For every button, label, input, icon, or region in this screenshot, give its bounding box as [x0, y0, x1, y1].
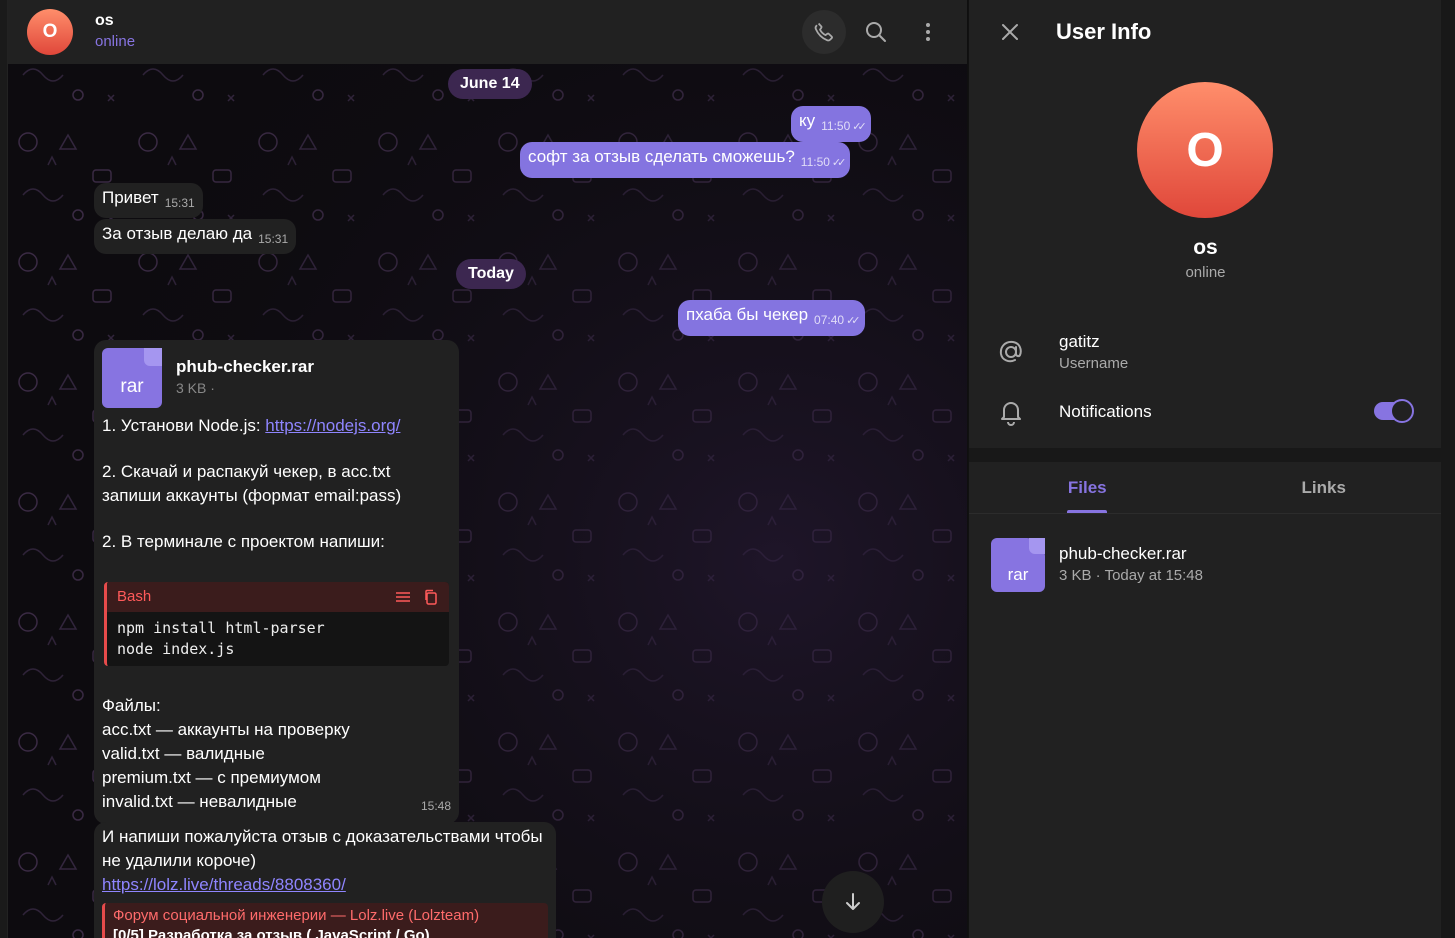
read-checks-icon: ✓✓	[831, 157, 847, 169]
panel-scrollbar[interactable]	[1441, 0, 1455, 938]
message-time: 11:50	[800, 155, 830, 169]
message-text: ку	[799, 111, 816, 130]
left-edge	[0, 0, 7, 938]
message-text: И напиши пожалуйста отзыв с доказательст…	[102, 827, 543, 870]
tab-files[interactable]: Files	[969, 462, 1206, 513]
message-outgoing[interactable]: пхаба бы чекер 07:40 ✓✓	[678, 300, 865, 336]
message-outgoing[interactable]: софт за отзыв сделать сможешь? 11:50 ✓✓	[520, 142, 851, 178]
files-line: invalid.txt — невалидные	[102, 792, 297, 811]
username-value: gatitz	[1059, 332, 1100, 351]
link-preview[interactable]: Форум социальной инженерии — Lolz.live (…	[102, 903, 548, 938]
peer-info[interactable]: os online	[95, 11, 135, 53]
user-info-panel: User Info O os online gatitz Username No…	[968, 0, 1442, 938]
peer-status: online	[95, 33, 136, 50]
message-time: 15:31	[258, 232, 289, 246]
message-incoming[interactable]: За отзыв делаю да 15:31	[94, 219, 297, 254]
bell-icon	[1001, 402, 1021, 426]
arrow-down-icon	[846, 893, 860, 910]
peer-name: os	[95, 12, 114, 29]
more-button[interactable]	[906, 10, 950, 54]
shared-file-meta: 3 KB · Today at 15:48	[1059, 567, 1203, 584]
message-incoming[interactable]: И напиши пожалуйста отзыв с доказательст…	[94, 822, 556, 938]
date-divider: June 14	[448, 69, 532, 99]
shared-file-name: phub-checker.rar	[1059, 544, 1187, 563]
code-language: Bash	[117, 588, 152, 605]
files-line: acc.txt — аккаунты на проверку	[102, 720, 350, 739]
code-block: Bash npm install html-parser node index.…	[104, 582, 449, 666]
preview-title: [0/5] Разработка за отзыв ( JavaScript /…	[113, 927, 430, 938]
copy-icon[interactable]	[423, 589, 439, 605]
message-text: Привет	[102, 188, 159, 207]
chat-view: O os online June 14 ку 11:50 ✓✓ софт за …	[7, 0, 967, 938]
message-file[interactable]: rar phub-checker.rar 3 KB · 1. Установи …	[94, 340, 459, 824]
shared-file-item[interactable]: rar phub-checker.rar 3 KB · Today at 15:…	[991, 538, 1203, 592]
files-line: premium.txt — с премиумом	[102, 768, 321, 787]
read-checks-icon: ✓✓	[852, 121, 867, 133]
read-checks-icon: ✓✓	[846, 315, 861, 327]
file-archive-icon[interactable]: rar	[991, 538, 1045, 592]
message-text: пхаба бы чекер	[686, 305, 809, 324]
username-row[interactable]: gatitz Username	[969, 330, 1442, 374]
wrap-lines-icon[interactable]	[395, 589, 411, 605]
file-archive-icon[interactable]: rar	[102, 348, 162, 408]
files-header: Файлы:	[102, 696, 161, 715]
message-outgoing[interactable]: ку 11:50 ✓✓	[791, 106, 871, 142]
telegram-app: O os online June 14 ку 11:50 ✓✓ софт за …	[0, 0, 1455, 938]
notifications-toggle[interactable]	[1374, 399, 1414, 423]
notifications-row[interactable]: Notifications	[969, 398, 1442, 426]
section-divider	[969, 448, 1442, 462]
panel-header: User Info	[969, 0, 1442, 64]
search-icon	[866, 22, 886, 42]
message-text: За отзыв делаю да	[102, 224, 253, 243]
media-tabs: Files Links	[969, 462, 1442, 514]
chat-header: O os online	[8, 0, 967, 64]
tab-links[interactable]: Links	[1206, 462, 1443, 513]
code-content: npm install html-parser node index.js	[117, 619, 325, 658]
profile-avatar[interactable]: O	[1137, 82, 1273, 218]
file-attachment[interactable]: rar phub-checker.rar 3 KB ·	[102, 348, 451, 408]
message-time: 07:40	[814, 313, 845, 327]
header-actions	[802, 10, 950, 54]
thread-link[interactable]: https://lolz.live/threads/8808360/	[102, 875, 346, 894]
close-panel-button[interactable]	[988, 10, 1032, 54]
profile-status: online	[1185, 264, 1226, 281]
at-sign-icon	[999, 340, 1022, 363]
message-incoming[interactable]: Привет 15:31	[94, 183, 203, 218]
file-size: 3 KB ·	[176, 380, 215, 396]
profile-name: os	[1193, 236, 1218, 259]
notifications-label: Notifications	[1059, 402, 1152, 421]
scroll-down-button[interactable]	[822, 871, 884, 933]
message-text: софт за отзыв сделать сможешь?	[528, 147, 795, 166]
file-name: phub-checker.rar	[176, 357, 314, 376]
call-button[interactable]	[802, 10, 846, 54]
files-line: valid.txt — валидные	[102, 744, 265, 763]
instruction-text: 1. Установи Node.js:	[102, 416, 266, 435]
search-button[interactable]	[854, 10, 898, 54]
close-icon	[1002, 24, 1018, 40]
instruction-line-3: 2. В терминале с проектом напиши:	[102, 532, 385, 551]
message-time: 11:50	[821, 119, 851, 133]
username-label: Username	[1059, 355, 1129, 372]
code-block-header: Bash	[107, 582, 449, 612]
instruction-line-2: 2. Скачай и распакуй чекер, в acc.txt за…	[102, 462, 402, 505]
more-vertical-icon	[926, 23, 930, 41]
nodejs-link[interactable]: https://nodejs.org/	[265, 416, 400, 435]
panel-title: User Info	[1056, 19, 1152, 44]
preview-site-name: Форум социальной инженерии — Lolz.live (…	[113, 907, 480, 924]
peer-avatar[interactable]: O	[27, 9, 73, 55]
date-divider: Today	[456, 259, 526, 289]
message-time: 15:48	[420, 799, 451, 813]
phone-icon	[814, 22, 833, 42]
message-time: 15:31	[164, 196, 195, 210]
files-line-last: invalid.txt — невалидные 15:48	[102, 790, 451, 818]
instruction-line-1: 1. Установи Node.js: https://nodejs.org/	[102, 414, 451, 438]
